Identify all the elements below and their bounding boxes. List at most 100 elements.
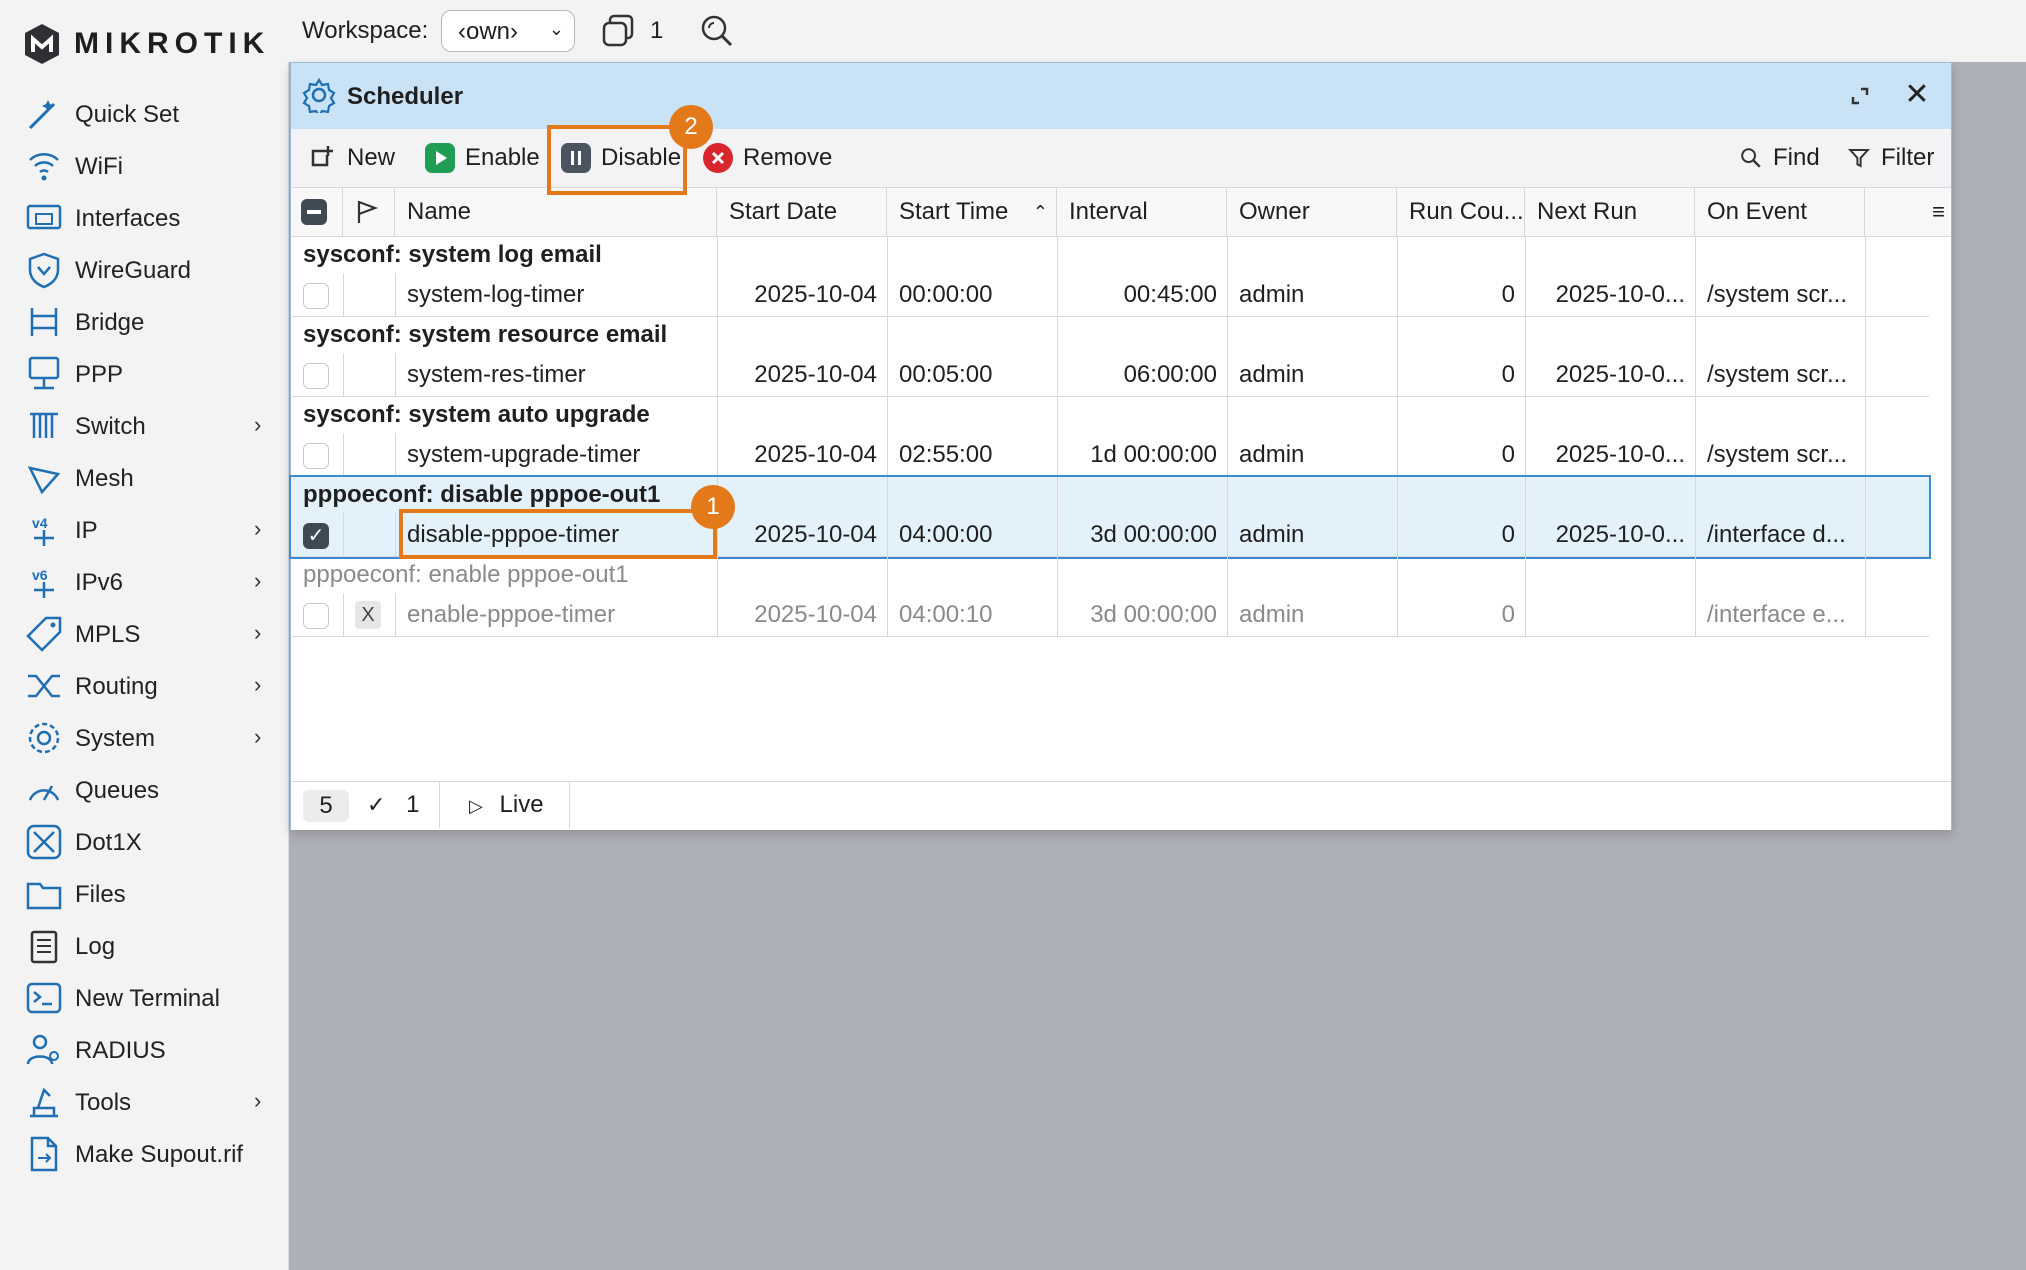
sidebar-item-radius[interactable]: RADIUS bbox=[0, 1024, 288, 1076]
mikrotik-logo: MIKROTIK bbox=[22, 20, 270, 68]
cell-interval: 3d 00:00:00 bbox=[1090, 601, 1217, 628]
routing-icon bbox=[28, 674, 60, 698]
cell-start-date: 2025-10-04 bbox=[754, 601, 877, 628]
sidebar-item-ppp[interactable]: PPP bbox=[0, 348, 288, 400]
disabled-flag: X bbox=[355, 601, 381, 629]
log-icon bbox=[30, 930, 58, 964]
new-label: New bbox=[347, 144, 396, 171]
sidebar-item-tools[interactable]: Tools › bbox=[0, 1076, 288, 1128]
sidebar-item-files[interactable]: Files bbox=[0, 868, 288, 920]
workspace-value: ‹own› bbox=[458, 18, 519, 45]
remove-button[interactable]: Remove bbox=[703, 137, 832, 179]
cell-start-time: 04:00:10 bbox=[899, 601, 993, 628]
status-bar: 5 ✓ 1 ▷ Live bbox=[291, 781, 1951, 830]
sidebar-item-label: Dot1X bbox=[75, 829, 142, 856]
sidebar-item-interfaces[interactable]: Interfaces bbox=[0, 192, 288, 244]
flag-column-header[interactable] bbox=[343, 188, 395, 236]
live-toggle[interactable]: ▷ Live bbox=[469, 782, 544, 828]
cell-run-count: 0 bbox=[1501, 521, 1515, 548]
find-button[interactable]: Find bbox=[1739, 137, 1820, 179]
sidebar-item-bridge[interactable]: Bridge bbox=[0, 296, 288, 348]
column-header-next-run[interactable]: Next Run bbox=[1525, 188, 1695, 236]
sidebar-item-switch[interactable]: Switch › bbox=[0, 400, 288, 452]
sidebar-item-queues[interactable]: Queues bbox=[0, 764, 288, 816]
cell-next-run bbox=[1525, 593, 1695, 637]
sidebar-item-ip[interactable]: v4 IP › bbox=[0, 504, 288, 556]
table-row[interactable]: sysconf: system auto upgrade system-upgra… bbox=[291, 397, 1929, 477]
column-header-on-event[interactable]: On Event bbox=[1695, 188, 1865, 236]
brand-name: MIKROTIK bbox=[74, 27, 271, 60]
workspace-select[interactable]: ‹own› ⌄ bbox=[441, 10, 575, 52]
row-group-comment: pppoeconf: disable pppoe-out1 bbox=[291, 477, 1929, 513]
cell-owner: admin bbox=[1239, 361, 1305, 388]
search-icon[interactable] bbox=[698, 12, 736, 50]
cell-start-date: 2025-10-04 bbox=[754, 441, 877, 468]
step-1-badge: 1 bbox=[691, 485, 735, 529]
cell-start-time: 00:00:00 bbox=[899, 281, 993, 308]
sidebar-item-quick-set[interactable]: Quick Set bbox=[0, 88, 288, 140]
enable-button[interactable]: Enable bbox=[425, 137, 540, 179]
sidebar-item-dot1x[interactable]: Dot1X bbox=[0, 816, 288, 868]
sidebar-item-label: IPv6 bbox=[75, 569, 124, 596]
chevron-right-icon: › bbox=[254, 672, 262, 697]
expand-icon[interactable] bbox=[1847, 83, 1873, 109]
cell-owner: admin bbox=[1239, 601, 1305, 628]
row-checkbox[interactable] bbox=[303, 603, 329, 629]
column-header-run-count[interactable]: Run Cou... bbox=[1397, 188, 1525, 236]
column-header-start-date[interactable]: Start Date bbox=[717, 188, 887, 236]
select-all-checkbox[interactable] bbox=[291, 188, 343, 236]
row-checkbox[interactable] bbox=[303, 443, 329, 469]
sidebar-item-ipv6[interactable]: v6 IPv6 › bbox=[0, 556, 288, 608]
cell-interval: 1d 00:00:00 bbox=[1090, 441, 1217, 468]
sidebar-item-mesh[interactable]: Mesh bbox=[0, 452, 288, 504]
sidebar-item-make-supout-rif[interactable]: Make Supout.rif bbox=[0, 1128, 288, 1180]
sidebar-item-new-terminal[interactable]: New Terminal bbox=[0, 972, 288, 1024]
sidebar-item-label: System bbox=[75, 725, 156, 752]
search-icon bbox=[1741, 148, 1761, 168]
sidebar-item-wifi[interactable]: WiFi bbox=[0, 140, 288, 192]
cell-name: system-log-timer bbox=[407, 281, 585, 308]
sidebar-item-system[interactable]: System › bbox=[0, 712, 288, 764]
sidebar-item-label: RADIUS bbox=[75, 1037, 166, 1064]
cell-start-date: 2025-10-04 bbox=[754, 361, 877, 388]
sidebar-item-routing[interactable]: Routing › bbox=[0, 660, 288, 712]
column-header-start-time[interactable]: Start Time ⌃ bbox=[887, 188, 1057, 236]
remove-x-icon bbox=[703, 143, 733, 173]
find-label: Find bbox=[1773, 144, 1820, 171]
sidebar-item-log[interactable]: Log bbox=[0, 920, 288, 972]
menu-icon: ≡ bbox=[1932, 199, 1945, 224]
interfaces-icon bbox=[26, 204, 62, 230]
sidebar-item-label: Quick Set bbox=[75, 101, 180, 128]
cell-on-event: /system scr... bbox=[1707, 281, 1848, 308]
total-count-badge: 5 bbox=[303, 790, 349, 822]
column-header-name[interactable]: Name bbox=[395, 188, 717, 236]
new-button[interactable]: New bbox=[307, 137, 395, 179]
table-header: Name Start Date Start Time ⌃ Interval Ow… bbox=[291, 187, 1951, 237]
cell-interval: 00:45:00 bbox=[1123, 281, 1217, 308]
cell-next-run: 2025-10-0... bbox=[1555, 441, 1685, 468]
cell-start-time: 00:05:00 bbox=[899, 361, 993, 388]
sidebar-item-label: Log bbox=[75, 933, 116, 960]
row-checkbox[interactable] bbox=[303, 363, 329, 389]
chevron-right-icon: › bbox=[254, 516, 262, 541]
cell-run-count: 0 bbox=[1501, 441, 1515, 468]
table-row[interactable]: sysconf: system log email system-log-time… bbox=[291, 237, 1929, 317]
sidebar-item-mpls[interactable]: MPLS › bbox=[0, 608, 288, 660]
filter-button[interactable]: Filter bbox=[1847, 137, 1934, 179]
wireguard-shield-icon bbox=[28, 252, 60, 289]
column-menu[interactable]: ≡ bbox=[1865, 188, 1951, 236]
table-row[interactable]: sysconf: system resource email system-res… bbox=[291, 317, 1929, 397]
sort-ascending-icon: ⌃ bbox=[1032, 202, 1048, 222]
windows-stack-icon[interactable] bbox=[600, 12, 638, 50]
row-checkbox[interactable] bbox=[303, 283, 329, 309]
live-label: Live bbox=[499, 791, 544, 818]
close-icon[interactable]: ✕ bbox=[1901, 79, 1933, 111]
table-row[interactable]: pppoeconf: enable pppoe-out1 Xenable-pppo… bbox=[291, 557, 1929, 637]
sidebar-item-wireguard[interactable]: WireGuard bbox=[0, 244, 288, 296]
row-checkbox[interactable]: ✓ bbox=[303, 523, 329, 549]
column-header-interval[interactable]: Interval bbox=[1057, 188, 1227, 236]
window-title-bar[interactable]: Scheduler ✕ bbox=[291, 63, 1951, 129]
column-header-owner[interactable]: Owner bbox=[1227, 188, 1397, 236]
sidebar-item-label: WireGuard bbox=[75, 257, 192, 284]
step-2-badge: 2 bbox=[669, 105, 713, 149]
